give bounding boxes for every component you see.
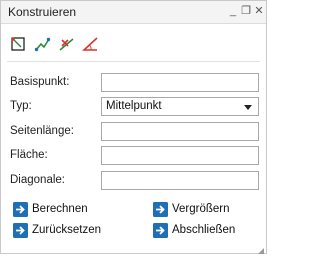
abschliessen-label: Abschließen <box>172 224 236 236</box>
typ-select[interactable]: Mittelpunkt <box>101 97 259 116</box>
flaeche-input[interactable] <box>101 146 259 165</box>
restore-icon[interactable]: ❐ <box>240 3 252 19</box>
diagonale-input[interactable] <box>101 171 259 190</box>
toolbar-divider <box>7 61 260 62</box>
basispunkt-input[interactable] <box>101 73 259 92</box>
arrow-right-icon <box>153 202 168 217</box>
flaeche-label: Fläche: <box>10 149 48 161</box>
seitenlaenge-input[interactable] <box>101 122 259 141</box>
resize-grip-icon[interactable] <box>258 245 264 254</box>
panel-title: Konstruieren <box>8 5 77 19</box>
typ-label: Typ: <box>10 100 32 112</box>
title-bar: Konstruieren _ ❐ ✕ <box>1 1 266 24</box>
berechnen-label: Berechnen <box>32 203 88 215</box>
diagonale-label: Diagonale: <box>10 174 65 186</box>
cross-line-icon[interactable] <box>58 36 75 53</box>
arrow-right-icon <box>153 223 168 238</box>
arrow-right-icon <box>13 202 28 217</box>
zuruecksetzen-label: Zurücksetzen <box>32 224 102 236</box>
basispunkt-label: Basispunkt: <box>10 76 70 88</box>
seitenlaenge-label: Seitenlänge: <box>10 125 74 137</box>
close-icon[interactable]: ✕ <box>253 3 265 19</box>
arrow-right-icon <box>13 223 28 238</box>
polyline-icon[interactable] <box>34 36 51 53</box>
square-point-icon[interactable] <box>10 36 27 53</box>
vergroessern-label: Vergrößern <box>172 203 230 215</box>
angle-icon[interactable] <box>82 36 99 53</box>
chevron-down-icon <box>244 105 252 110</box>
construct-panel: Konstruieren _ ❐ ✕ Basispunkt: Typ: Mitt… <box>0 0 267 254</box>
typ-select-value: Mittelpunkt <box>106 100 162 112</box>
minimize-icon[interactable]: _ <box>227 3 239 19</box>
